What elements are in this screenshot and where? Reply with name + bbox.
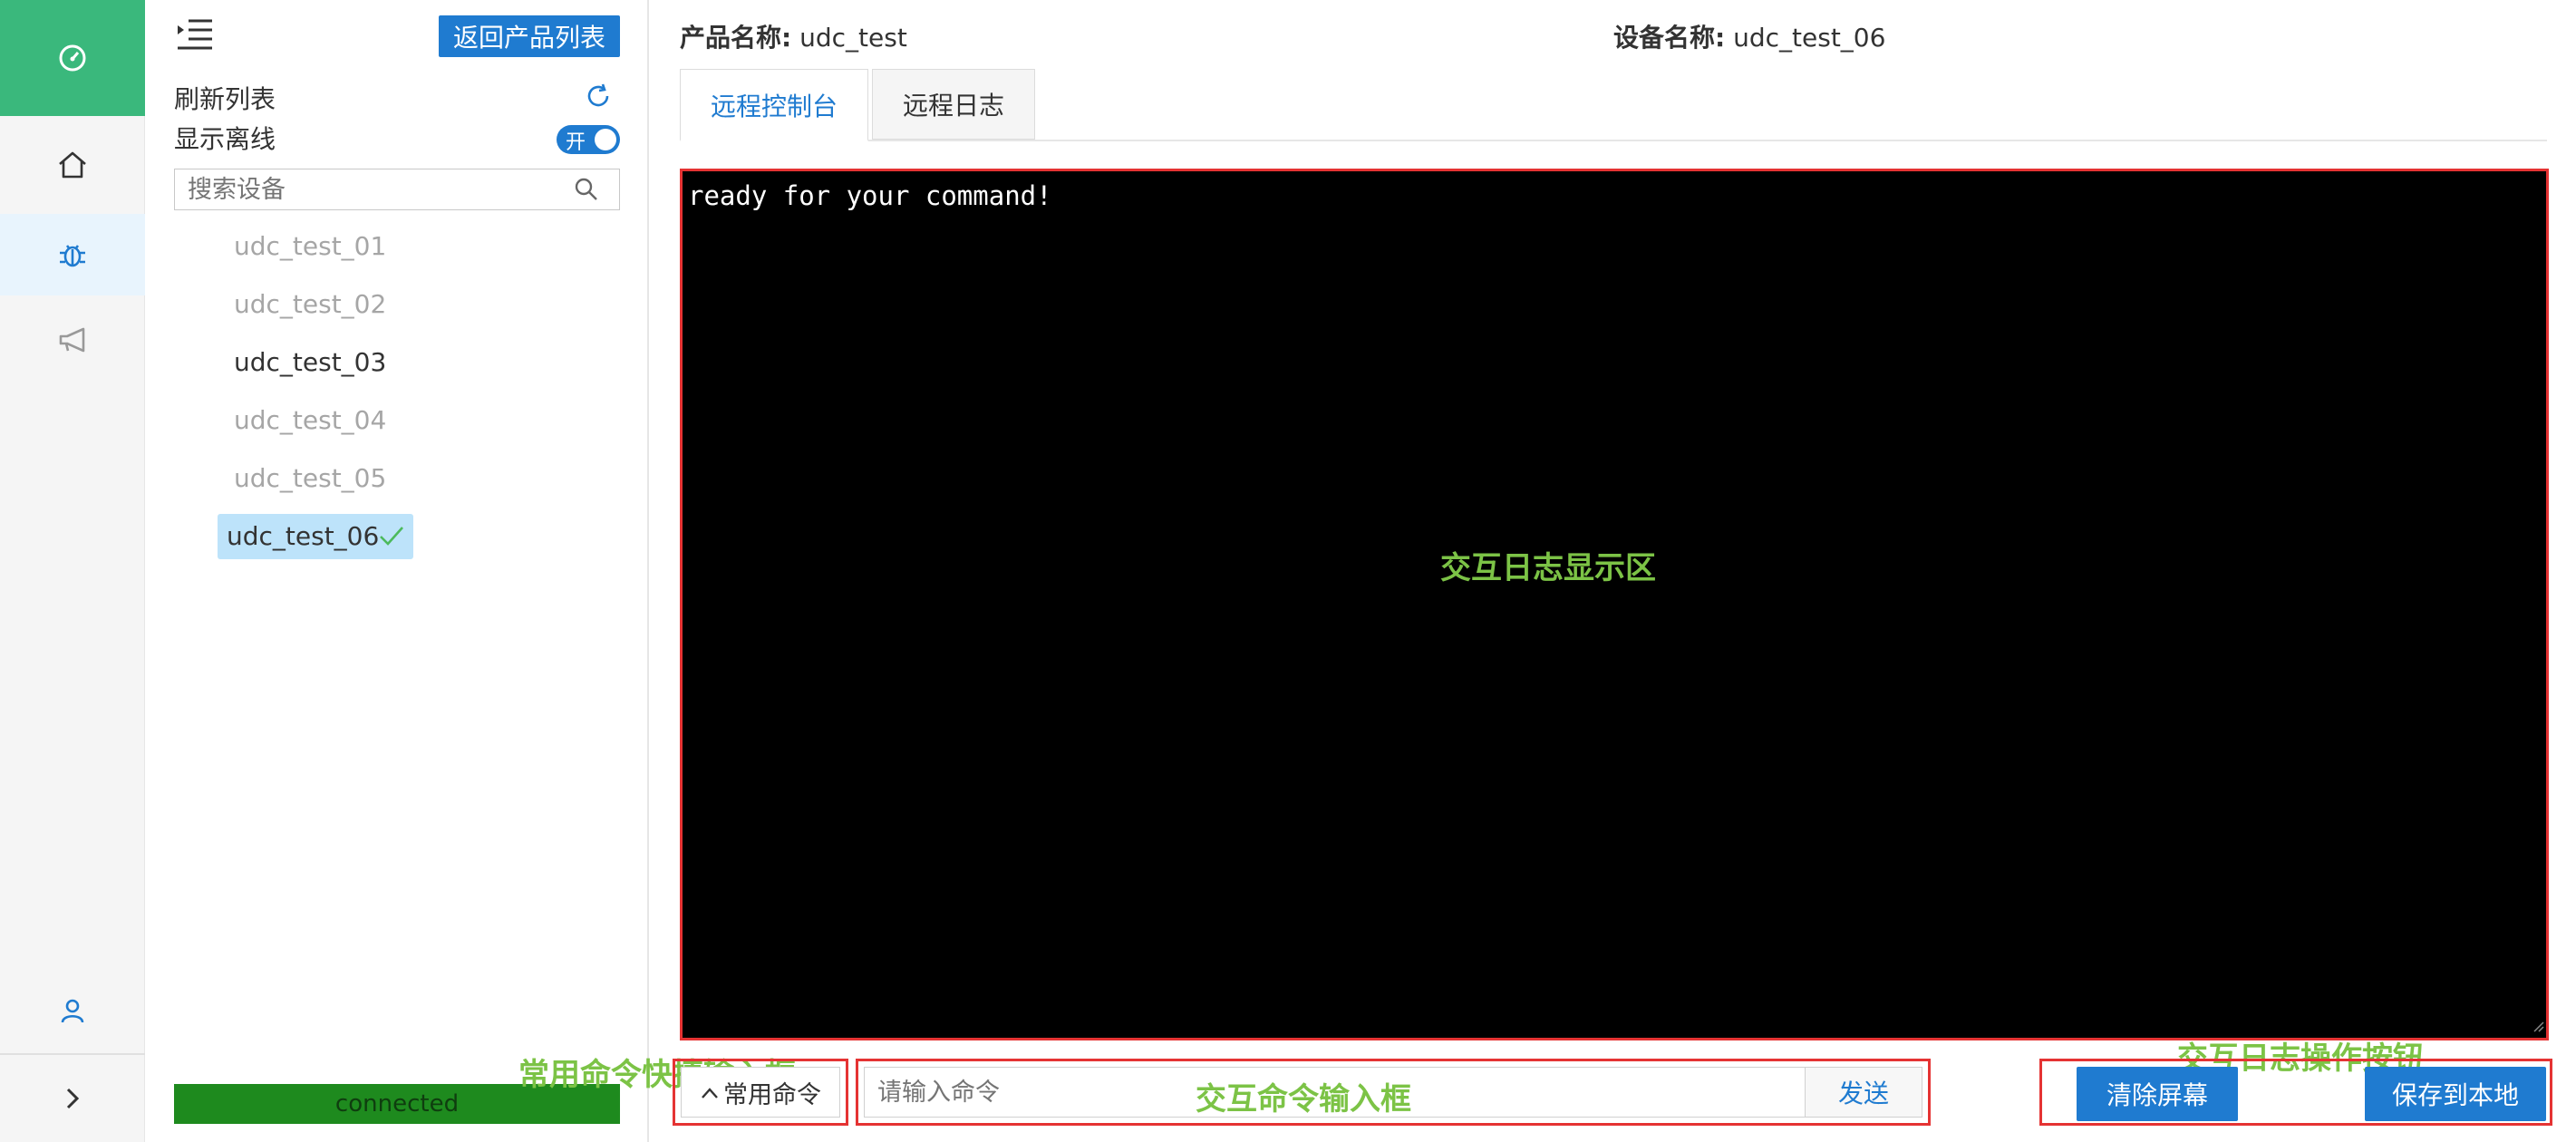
check-icon bbox=[379, 525, 404, 552]
product-label: 产品名称: bbox=[680, 23, 792, 53]
quick-command-label: 常用命令 bbox=[723, 1080, 821, 1109]
refresh-icon[interactable] bbox=[584, 82, 613, 114]
rail-item-debug[interactable] bbox=[0, 214, 145, 295]
nav-rail bbox=[0, 0, 145, 1142]
show-offline-toggle[interactable]: 开 bbox=[557, 125, 620, 154]
rail-collapse-toggle[interactable] bbox=[0, 1055, 145, 1142]
device-search-input[interactable] bbox=[175, 169, 556, 209]
device-info: 设备名称: udc_test_06 bbox=[1613, 18, 1885, 54]
device-panel: 返回产品列表 刷新列表 显示离线 开 udc_test_01 udc_test_… bbox=[145, 0, 649, 1142]
back-to-products-button[interactable]: 返回产品列表 bbox=[439, 15, 620, 57]
send-button[interactable]: 发送 bbox=[1805, 1067, 1922, 1118]
tab-remote-console[interactable]: 远程控制台 bbox=[680, 69, 868, 141]
home-icon bbox=[56, 149, 89, 181]
device-list-item[interactable]: udc_test_05 bbox=[227, 456, 393, 501]
quick-command-highlight: 常用命令 bbox=[673, 1059, 848, 1126]
product-info: 产品名称: udc_test bbox=[680, 18, 907, 54]
megaphone-icon bbox=[56, 324, 89, 356]
product-value: udc_test bbox=[799, 23, 907, 53]
console-output-text: ready for your command! bbox=[688, 180, 1052, 211]
device-list-item-selected[interactable]: udc_test_06 bbox=[218, 514, 413, 559]
dashboard-icon bbox=[57, 43, 88, 73]
search-icon[interactable] bbox=[574, 177, 599, 206]
device-search-box[interactable] bbox=[174, 169, 620, 210]
quick-command-button[interactable]: 常用命令 bbox=[681, 1067, 840, 1118]
clear-screen-button[interactable]: 清除屏幕 bbox=[2077, 1067, 2238, 1121]
rail-item-dashboard[interactable] bbox=[0, 0, 145, 116]
rail-item-announce[interactable] bbox=[0, 299, 145, 381]
device-list-item[interactable]: udc_test_01 bbox=[227, 224, 393, 269]
chevron-up-icon bbox=[700, 1079, 720, 1107]
device-value: udc_test_06 bbox=[1733, 23, 1886, 53]
tab-remote-log[interactable]: 远程日志 bbox=[872, 69, 1035, 140]
tab-bar-line bbox=[680, 140, 2547, 141]
show-offline-label: 显示离线 bbox=[174, 124, 276, 154]
refresh-list-label: 刷新列表 bbox=[174, 84, 276, 114]
device-label: 设备名称: bbox=[1613, 23, 1726, 53]
user-icon bbox=[58, 996, 87, 1025]
command-input-highlight: 交互命令输入框 发送 bbox=[856, 1059, 1931, 1126]
command-input-annotation: 交互命令输入框 bbox=[1196, 1081, 1411, 1118]
toggle-label: 开 bbox=[566, 131, 586, 154]
menu-collapse-icon[interactable] bbox=[176, 18, 214, 54]
device-list-item[interactable]: udc_test_03 bbox=[227, 340, 393, 385]
rail-item-home[interactable] bbox=[0, 116, 145, 214]
toggle-knob bbox=[595, 129, 616, 150]
resize-handle-icon[interactable] bbox=[2532, 1019, 2544, 1036]
bug-icon bbox=[56, 238, 89, 271]
device-name: udc_test_06 bbox=[227, 521, 380, 551]
console-output-area[interactable]: ready for your command! 交互日志显示区 bbox=[680, 169, 2549, 1040]
chevron-right-icon bbox=[62, 1086, 83, 1111]
device-list-item[interactable]: udc_test_04 bbox=[227, 398, 393, 443]
log-actions-highlight: 清除屏幕 保存到本地 bbox=[2039, 1059, 2552, 1126]
rail-item-user[interactable] bbox=[0, 970, 145, 1051]
save-to-local-button[interactable]: 保存到本地 bbox=[2365, 1067, 2546, 1121]
console-area-annotation: 交互日志显示区 bbox=[1440, 550, 1656, 586]
device-list-item[interactable]: udc_test_02 bbox=[227, 282, 393, 327]
